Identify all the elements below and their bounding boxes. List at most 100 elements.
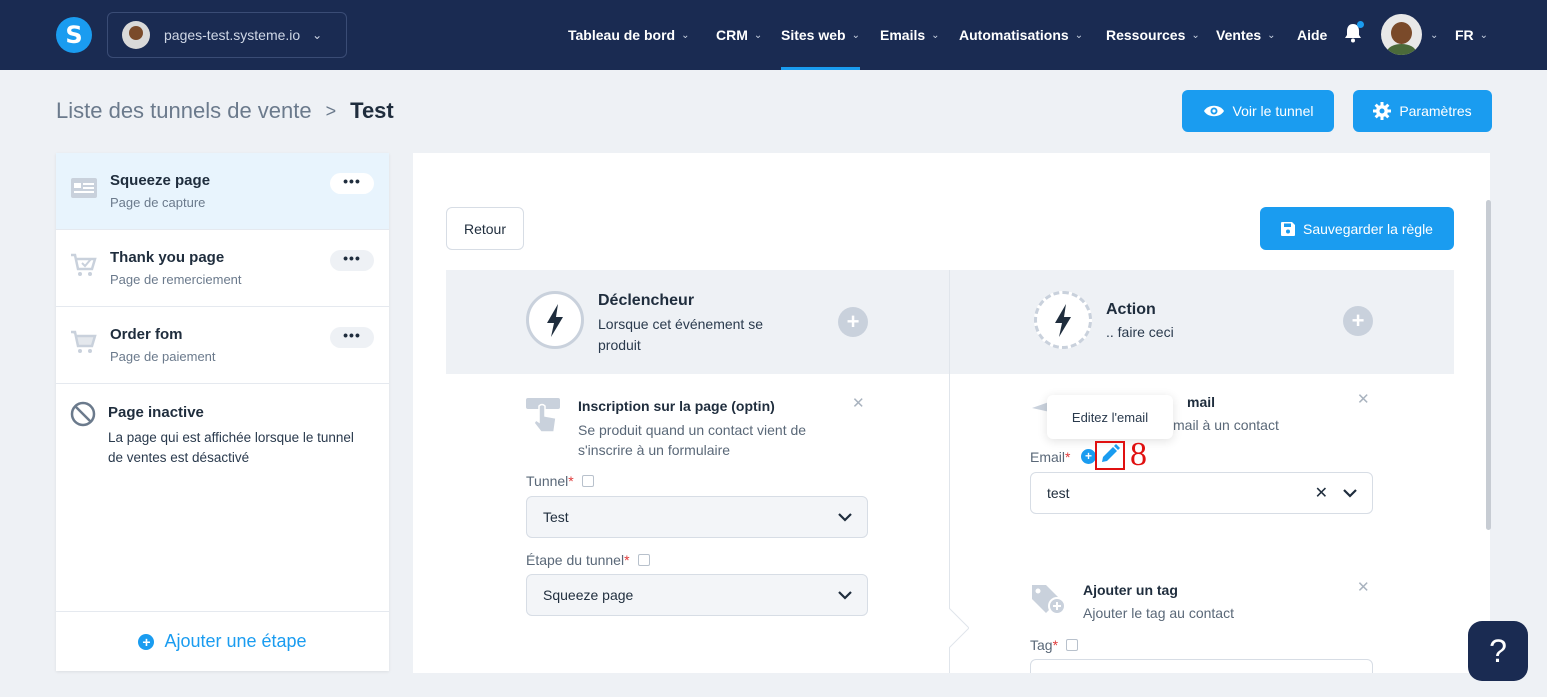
chevron-down-icon: ⌄ <box>681 29 690 41</box>
step-more-button[interactable]: ••• <box>330 327 374 348</box>
email-label: Email* <box>1030 449 1071 465</box>
cart-check-icon <box>71 253 97 276</box>
chevron-down-icon: ⌄ <box>1479 29 1489 41</box>
menu-tableau-de-bord[interactable]: Tableau de bord ⌄ <box>568 0 689 70</box>
chevron-down-icon <box>838 591 852 600</box>
chevron-down-icon <box>838 513 852 522</box>
back-button[interactable]: Retour <box>446 207 524 250</box>
breadcrumb: Liste des tunnels de vente > Test <box>56 98 394 124</box>
trigger-description: Se produit quand un contact vient de s'i… <box>578 422 807 458</box>
chevron-down-icon: ⌄ <box>1430 29 1439 41</box>
chevron-down-icon: ⌄ <box>1074 29 1084 41</box>
step-more-button[interactable]: ••• <box>330 173 374 194</box>
plus-circle-icon: + <box>138 633 155 650</box>
annotation-highlight-box <box>1095 441 1125 470</box>
menu-ventes[interactable]: Ventes ⌄ <box>1216 0 1276 70</box>
add-tag-description: Ajouter le tag au contact <box>1083 605 1234 621</box>
remove-trigger-close-icon[interactable]: ✕ <box>852 394 865 412</box>
remove-email-action-close-icon[interactable]: ✕ <box>1357 390 1370 408</box>
language-selector[interactable]: FR ⌄ <box>1455 0 1488 70</box>
trigger-title: Inscription sur la page (optin) <box>578 398 775 414</box>
breadcrumb-parent-link[interactable]: Liste des tunnels de vente <box>56 98 312 124</box>
scrollbar[interactable] <box>1486 200 1491 530</box>
step-squeeze-page[interactable]: Squeeze page Page de capture ••• <box>56 153 389 230</box>
tunnel-select[interactable]: Test <box>526 496 868 538</box>
settings-button[interactable]: Paramètres <box>1353 90 1492 132</box>
systeme-logo[interactable]: S <box>56 17 92 53</box>
save-rule-button[interactable]: Sauvegarder la règle <box>1260 207 1454 250</box>
send-email-description: mail à un contact <box>1173 417 1279 433</box>
pencil-edit-icon[interactable] <box>1097 443 1122 467</box>
top-navbar: S pages-test.systeme.io ⌄ Tableau de bor… <box>0 0 1547 70</box>
breadcrumb-current: Test <box>350 98 394 123</box>
step-subtitle: Page de capture <box>110 195 206 210</box>
optin-hand-icon <box>526 398 560 433</box>
action-header: Action .. faire ceci + <box>950 270 1454 374</box>
menu-crm[interactable]: CRM ⌄ <box>716 0 762 70</box>
help-button[interactable]: ? <box>1468 621 1528 681</box>
menu-sites-web[interactable]: Sites web ⌄ <box>781 0 860 70</box>
view-funnel-button[interactable]: Voir le tunnel <box>1182 90 1334 132</box>
rule-editor-panel: Retour Sauvegarder la règle Déclencheur … <box>413 153 1490 673</box>
external-link-icon[interactable] <box>581 475 594 487</box>
step-order-form[interactable]: Order fom Page de paiement ••• <box>56 307 389 384</box>
step-more-button[interactable]: ••• <box>330 250 374 271</box>
email-select[interactable]: test ✕ <box>1030 472 1373 514</box>
eye-icon <box>1203 105 1224 117</box>
menu-aide[interactable]: Aide <box>1297 0 1327 70</box>
send-email-title: mail <box>1187 394 1216 410</box>
add-action-button[interactable]: + <box>1343 306 1373 336</box>
flow-arrow <box>949 608 969 648</box>
page-form-icon <box>71 178 97 198</box>
notification-dot <box>1357 21 1364 28</box>
menu-ressources[interactable]: Ressources ⌄ <box>1106 0 1200 70</box>
add-email-plus-icon[interactable]: + <box>1081 449 1096 464</box>
tag-select[interactable] <box>1030 659 1373 673</box>
step-thank-you-page[interactable]: Thank you page Page de remerciement ••• <box>56 230 389 307</box>
site-name: pages-test.systeme.io <box>164 27 301 43</box>
breadcrumb-separator: > <box>325 100 337 121</box>
chevron-down-icon: ⌄ <box>1191 29 1200 41</box>
add-tag-title: Ajouter un tag <box>1083 582 1178 598</box>
main-menu: Tableau de bord ⌄ <box>568 0 689 70</box>
clear-selection-icon[interactable]: ✕ <box>1315 483 1328 503</box>
inactive-page-description: La page qui est affichée lorsque le tunn… <box>108 430 354 465</box>
menu-automatisations[interactable]: Automatisations ⌄ <box>959 0 1083 70</box>
annotation-number: 8 <box>1130 436 1147 473</box>
tag-label: Tag* <box>1030 637 1079 653</box>
tunnel-label: Tunnel* <box>526 473 594 489</box>
funnel-step-select[interactable]: Squeeze page <box>526 574 868 616</box>
external-link-icon[interactable] <box>1066 639 1079 651</box>
chevron-down-icon: ⌄ <box>312 28 323 42</box>
save-icon <box>1281 221 1295 236</box>
add-step-button[interactable]: + Ajouter une étape <box>56 611 389 671</box>
action-bolt-icon <box>1034 291 1092 349</box>
tag-add-icon <box>1032 585 1066 615</box>
ban-icon <box>70 401 96 427</box>
gear-icon <box>1373 102 1392 120</box>
user-avatar[interactable] <box>1381 14 1422 55</box>
edit-email-tooltip: Editez l'email <box>1047 395 1173 439</box>
step-title: Order fom <box>110 326 183 343</box>
chevron-down-icon: ⌄ <box>851 29 860 41</box>
step-subtitle: Page de paiement <box>110 349 216 364</box>
site-switcher[interactable]: pages-test.systeme.io ⌄ <box>107 12 347 58</box>
remove-tag-action-close-icon[interactable]: ✕ <box>1357 578 1370 596</box>
chevron-down-icon: ⌄ <box>1267 29 1276 41</box>
step-title: Thank you page <box>110 249 225 266</box>
step-title: Squeeze page <box>110 172 211 189</box>
trigger-header: Déclencheur Lorsque cet événement se pro… <box>446 270 949 374</box>
chevron-down-icon <box>1343 489 1357 498</box>
step-subtitle: Page de remerciement <box>110 272 242 287</box>
site-avatar <box>122 21 150 49</box>
funnel-steps-sidebar: Squeeze page Page de capture ••• Thank y… <box>56 153 389 671</box>
inactive-page-title: Page inactive <box>108 404 204 421</box>
cart-icon <box>71 330 97 353</box>
chevron-down-icon: ⌄ <box>753 29 763 41</box>
funnel-step-label: Étape du tunnel* <box>526 552 650 568</box>
external-link-icon[interactable] <box>637 554 650 566</box>
add-trigger-button[interactable]: + <box>838 307 868 337</box>
chevron-down-icon: ⌄ <box>931 29 940 41</box>
user-menu-chevron[interactable]: ⌄ <box>1430 0 1438 70</box>
menu-emails[interactable]: Emails ⌄ <box>880 0 940 70</box>
